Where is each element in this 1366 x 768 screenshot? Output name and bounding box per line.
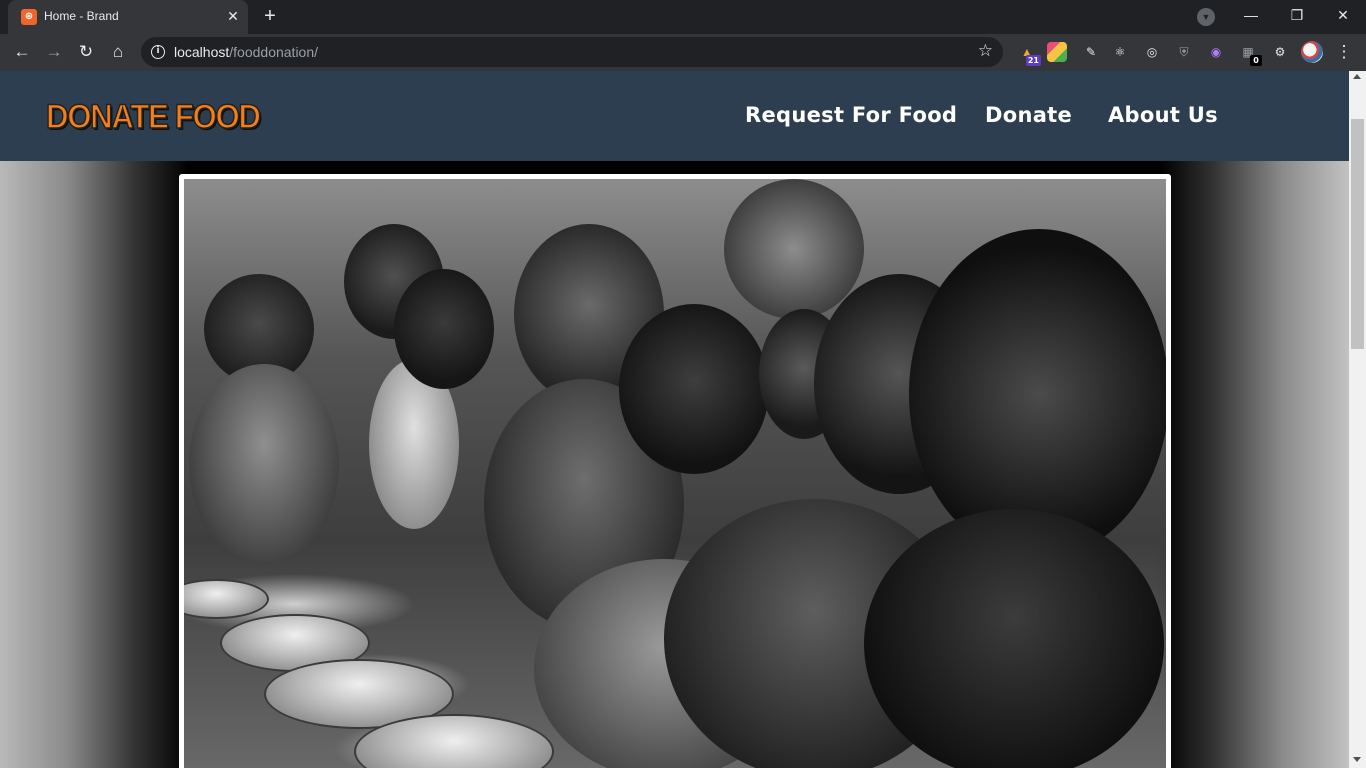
target-extension-icon[interactable]: ◎ [1142, 42, 1162, 62]
extension-badge-zero: 0 [1250, 55, 1262, 66]
url-text[interactable]: localhost/fooddonation/ [174, 44, 318, 60]
tab-strip: ⊛ Home - Brand ✕ + ▼ — ❐ ✕ [0, 0, 1366, 34]
url-host: localhost [174, 44, 230, 60]
grey-extension-icon[interactable]: ▦ 0 [1238, 42, 1262, 66]
scroll-thumb[interactable] [1351, 119, 1364, 349]
react-devtools-icon[interactable]: ⚛ [1110, 42, 1130, 62]
reload-icon[interactable]: ↻ [73, 39, 99, 65]
page-viewport: DONATE FOOD Request For Food Donate Abou… [0, 71, 1349, 768]
color-extension-icon[interactable] [1047, 42, 1067, 62]
extension-badge: 21 [1025, 55, 1041, 66]
close-tab-icon[interactable]: ✕ [224, 7, 242, 25]
bookmark-star-icon[interactable]: ☆ [978, 41, 993, 61]
pen-extension-icon[interactable]: ✎ [1081, 42, 1101, 62]
nav-about-us[interactable]: About Us [1108, 103, 1218, 127]
site-logo[interactable]: DONATE FOOD [45, 97, 261, 137]
close-window-button[interactable]: ✕ [1320, 0, 1366, 32]
profile-avatar[interactable] [1301, 41, 1323, 63]
tab-title: Home - Brand [44, 9, 119, 23]
back-icon[interactable]: ← [9, 39, 35, 65]
hero-image-frame [179, 174, 1171, 768]
restore-button[interactable]: ❐ [1274, 0, 1320, 32]
browser-menu-icon[interactable]: ⋮ [1333, 39, 1355, 65]
nav-request-for-food[interactable]: Request For Food [745, 103, 957, 127]
url-path: /fooddonation/ [229, 44, 319, 60]
site-header: DONATE FOOD Request For Food Donate Abou… [0, 71, 1349, 161]
forward-icon[interactable]: → [41, 39, 67, 65]
new-tab-button[interactable]: + [258, 5, 282, 29]
scroll-up-arrow-icon[interactable] [1353, 74, 1361, 79]
browser-tab[interactable]: ⊛ Home - Brand ✕ [8, 0, 248, 34]
minimize-button[interactable]: — [1228, 0, 1274, 32]
address-bar[interactable]: i localhost/fooddonation/ ☆ [141, 37, 1003, 67]
nav-donate[interactable]: Donate [985, 103, 1072, 127]
purple-extension-icon[interactable]: ◉ [1206, 42, 1226, 62]
site-info-icon[interactable]: i [151, 45, 165, 59]
xampp-icon: ⊛ [21, 9, 37, 25]
scroll-down-arrow-icon[interactable] [1353, 757, 1361, 762]
hungry-children-photo [184, 179, 1166, 768]
home-icon[interactable]: ⌂ [105, 39, 131, 65]
shield-extension-icon[interactable]: ⛨ [1174, 42, 1194, 62]
page-scrollbar[interactable] [1349, 71, 1366, 768]
extension-counter-icon[interactable]: ▲ 21 [1017, 42, 1041, 66]
extensions-puzzle-icon[interactable]: ⚙ [1270, 42, 1290, 62]
tab-search-icon[interactable]: ▼ [1197, 8, 1215, 26]
browser-toolbar: ← → ↻ ⌂ i localhost/fooddonation/ ☆ ▲ 21… [0, 34, 1366, 71]
